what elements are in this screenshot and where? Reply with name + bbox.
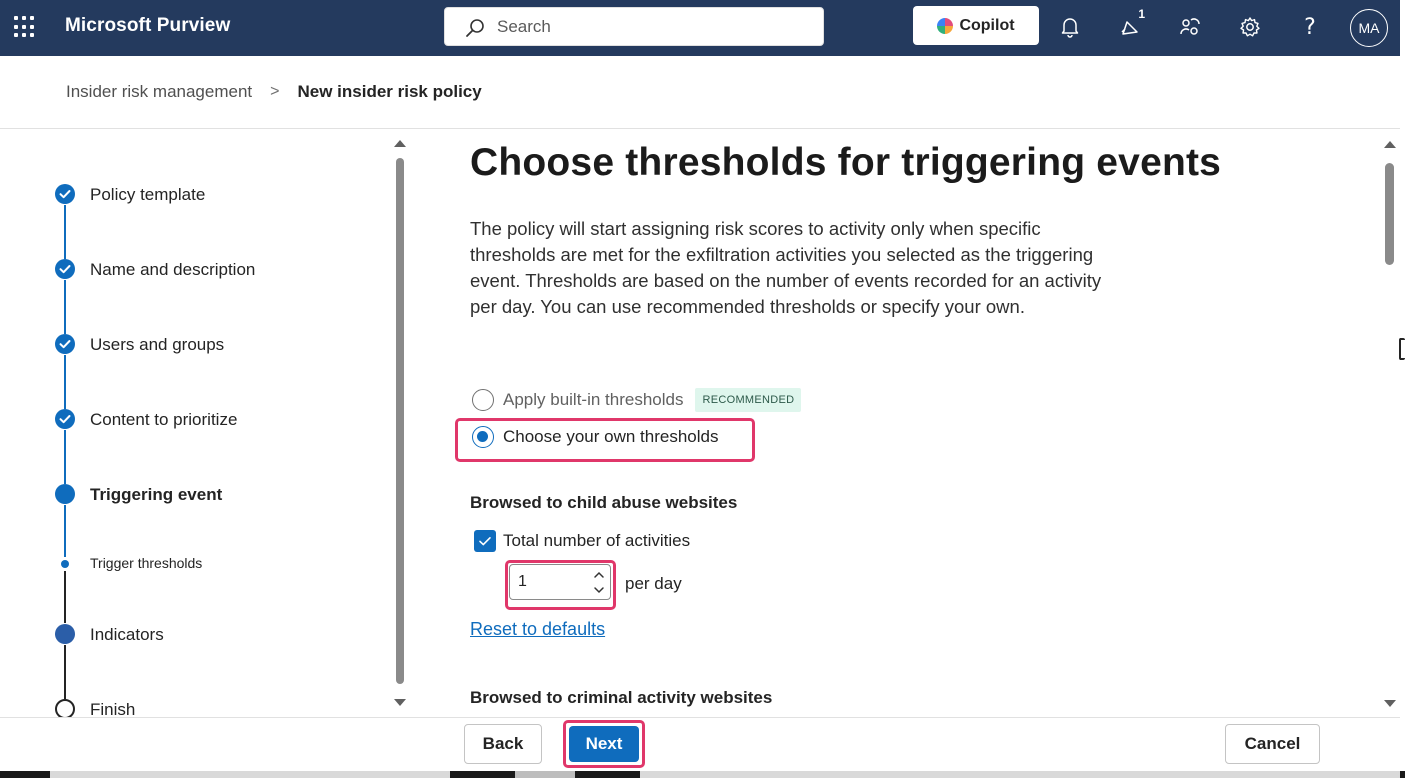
app-launcher-icon[interactable]: [14, 16, 36, 38]
threshold-value: 1: [518, 573, 527, 590]
content-scroll-down-arrow-icon[interactable]: [1384, 700, 1396, 707]
page-title: Choose thresholds for triggering events: [470, 141, 1222, 184]
step-completed-check-icon: [55, 184, 75, 204]
panel-edge-handle: [1399, 338, 1405, 360]
step-content-to-prioritize[interactable]: Content to prioritize: [90, 410, 237, 430]
next-button[interactable]: Next: [569, 726, 639, 762]
step-empty-circle-icon: [55, 699, 75, 717]
footer-divider: [0, 717, 1400, 718]
content-scrollbar-thumb[interactable]: [1385, 163, 1394, 265]
breadcrumb: Insider risk management > New insider ri…: [66, 82, 482, 102]
chevron-down-icon[interactable]: [592, 584, 606, 596]
step-current-dot-icon: [55, 484, 75, 504]
step-connector: [64, 645, 66, 699]
step-policy-template[interactable]: Policy template: [90, 185, 205, 205]
content-scroll-up-arrow-icon[interactable]: [1384, 141, 1396, 148]
option-custom-thresholds[interactable]: Choose your own thresholds: [472, 426, 718, 448]
step-connector: [64, 571, 66, 623]
notifications-button[interactable]: [1055, 12, 1085, 42]
per-day-unit: per day: [625, 574, 682, 593]
help-icon: ?: [1304, 14, 1316, 40]
search-input[interactable]: [497, 8, 797, 45]
breadcrumb-separator: >: [270, 83, 280, 100]
top-app-bar: Microsoft Purview Copilot 1: [0, 0, 1400, 56]
stepper-scroll-up-arrow-icon[interactable]: [394, 140, 406, 147]
chevron-up-icon[interactable]: [592, 569, 606, 581]
recommended-badge: RECOMMENDED: [695, 388, 802, 412]
substep-trigger-thresholds[interactable]: Trigger thresholds: [90, 555, 202, 571]
help-button[interactable]: ?: [1295, 12, 1325, 42]
notification-count-badge: 1: [1138, 7, 1145, 21]
reset-to-defaults-link[interactable]: Reset to defaults: [470, 619, 605, 640]
app-title[interactable]: Microsoft Purview: [65, 15, 230, 37]
option-builtin-thresholds[interactable]: Apply built-in thresholds RECOMMENDED: [472, 388, 802, 412]
option-label: Choose your own thresholds: [503, 427, 719, 446]
cancel-button[interactable]: Cancel: [1225, 724, 1320, 764]
stepper-scroll-down-arrow-icon[interactable]: [394, 699, 406, 706]
section-title-criminal-activity: Browsed to criminal activity websites: [470, 688, 773, 707]
taskbar-edge: [0, 771, 1405, 778]
user-avatar[interactable]: MA: [1350, 9, 1388, 47]
option-label: Apply built-in thresholds: [503, 390, 684, 409]
step-finish[interactable]: Finish: [90, 700, 135, 717]
search-icon: [466, 19, 484, 37]
checkmark-icon: [479, 537, 491, 546]
step-completed-check-icon: [55, 334, 75, 354]
step-name-and-description[interactable]: Name and description: [90, 260, 255, 280]
step-connector: [64, 505, 66, 557]
step-connector: [64, 355, 66, 409]
substep-dot-icon: [61, 560, 69, 568]
settings-button[interactable]: [1235, 12, 1265, 42]
step-upcoming-dot-icon: [55, 624, 75, 644]
back-button[interactable]: Back: [464, 724, 542, 764]
main-content: Choose thresholds for triggering events …: [420, 129, 1385, 717]
step-connector: [64, 280, 66, 334]
copilot-logo-icon: [937, 17, 954, 34]
radio-selected[interactable]: [472, 426, 494, 448]
total-activities-checkbox-row[interactable]: Total number of activities: [474, 530, 690, 552]
step-users-and-groups[interactable]: Users and groups: [90, 335, 224, 355]
step-connector: [64, 430, 66, 484]
search-box[interactable]: [444, 7, 824, 46]
step-triggering-event[interactable]: Triggering event: [90, 485, 222, 505]
page-description: The policy will start assigning risk sco…: [470, 218, 1102, 317]
step-completed-check-icon: [55, 409, 75, 429]
stepper-scrollbar-thumb[interactable]: [396, 158, 404, 684]
radio-unselected[interactable]: [472, 389, 494, 411]
wizard-stepper: Policy template Name and description Use…: [0, 129, 420, 717]
breadcrumb-current: New insider risk policy: [297, 82, 482, 101]
step-indicators[interactable]: Indicators: [90, 625, 164, 645]
copilot-button[interactable]: Copilot: [913, 6, 1039, 45]
connections-button[interactable]: [1175, 12, 1205, 42]
copilot-label: Copilot: [959, 16, 1015, 34]
checkbox-checked[interactable]: [474, 530, 496, 552]
breadcrumb-parent-link[interactable]: Insider risk management: [66, 82, 252, 102]
section-title-child-abuse: Browsed to child abuse websites: [470, 493, 738, 512]
step-connector: [64, 205, 66, 259]
gear-icon: [1240, 17, 1260, 37]
bell-icon: [1061, 18, 1079, 38]
people-network-icon: [1180, 18, 1200, 35]
checkbox-label: Total number of activities: [503, 531, 691, 550]
step-completed-check-icon: [55, 259, 75, 279]
whats-new-button[interactable]: 1: [1115, 7, 1145, 42]
threshold-number-input[interactable]: 1: [509, 564, 611, 600]
